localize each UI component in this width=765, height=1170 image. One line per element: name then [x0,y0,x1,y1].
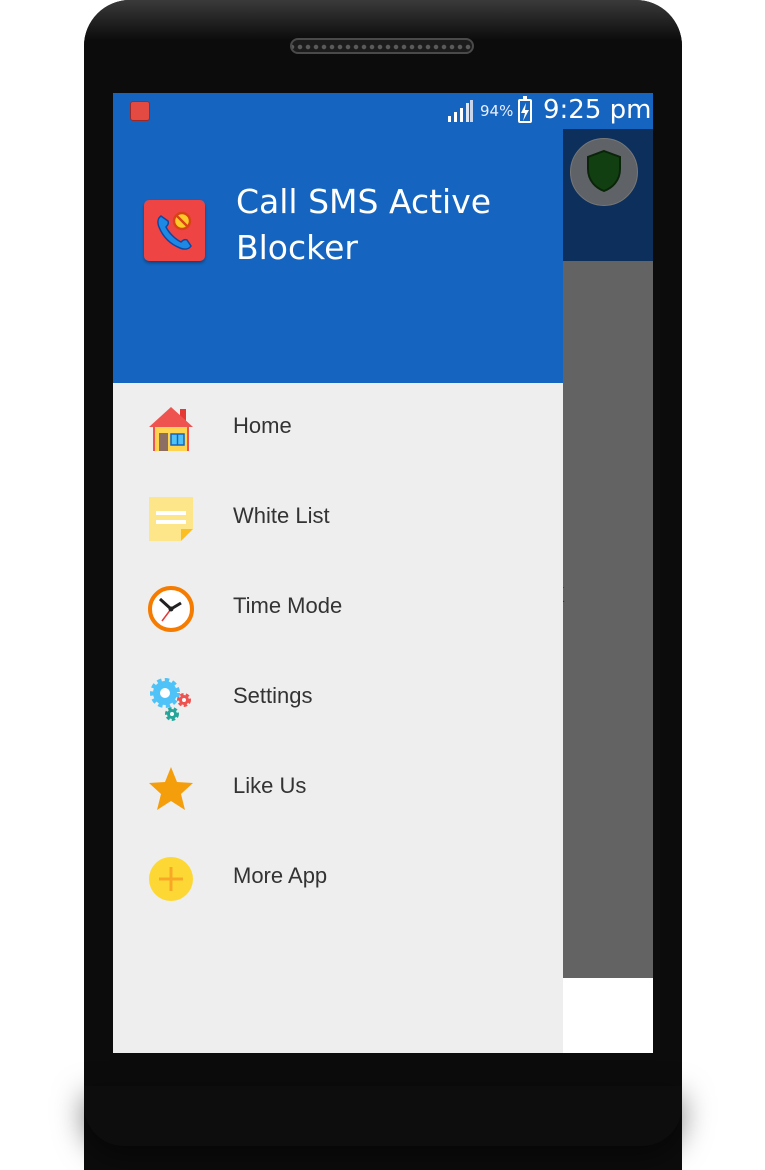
menu-item-white-list[interactable]: White List [113,473,563,563]
phone-bottom-bezel [84,1086,682,1146]
battery-percent: 94% [480,102,514,120]
notes-icon [149,497,193,541]
menu-item-time-mode[interactable]: Time Mode [113,563,563,653]
status-clock: 9:25 pm [543,95,652,125]
status-bar: 94% 9:25 pm [113,93,653,129]
clock-icon [148,586,194,632]
star-icon [149,767,193,810]
drawer-header: Call SMS Active Blocker [113,129,563,383]
menu-label-time-mode: Time Mode [233,593,343,618]
shield-icon [587,149,621,193]
notification-app-icon [130,101,150,121]
menu-label-settings: Settings [233,683,313,708]
menu-label-home: Home [233,413,292,438]
battery-charging-icon [518,96,532,123]
navigation-drawer: Call SMS Active Blocker Home White List [113,129,563,1053]
background-content-scrim [563,261,653,978]
app-title: Call SMS Active Blocker [236,182,492,267]
menu-label-more-app: More App [233,863,328,888]
menu-item-like-us[interactable]: Like Us [113,743,563,833]
shield-button[interactable] [570,138,638,206]
app-logo [144,200,205,261]
device-screen: 94% 9:25 pm l ck Call SMS Active Blocker [113,93,653,1053]
menu-item-home[interactable]: Home [113,383,563,473]
menu-label-white-list: White List [233,503,330,528]
menu-item-settings[interactable]: Settings [113,653,563,743]
menu-item-more-app[interactable]: More App [113,833,563,923]
signal-icon [448,100,473,122]
phone-block-icon [157,211,192,250]
menu-label-like-us: Like Us [233,773,307,798]
background-bottom-area [563,978,653,1053]
home-icon [149,407,193,451]
gears-icon [150,678,191,721]
earpiece-speaker [290,38,474,54]
plus-circle-icon [149,857,193,901]
